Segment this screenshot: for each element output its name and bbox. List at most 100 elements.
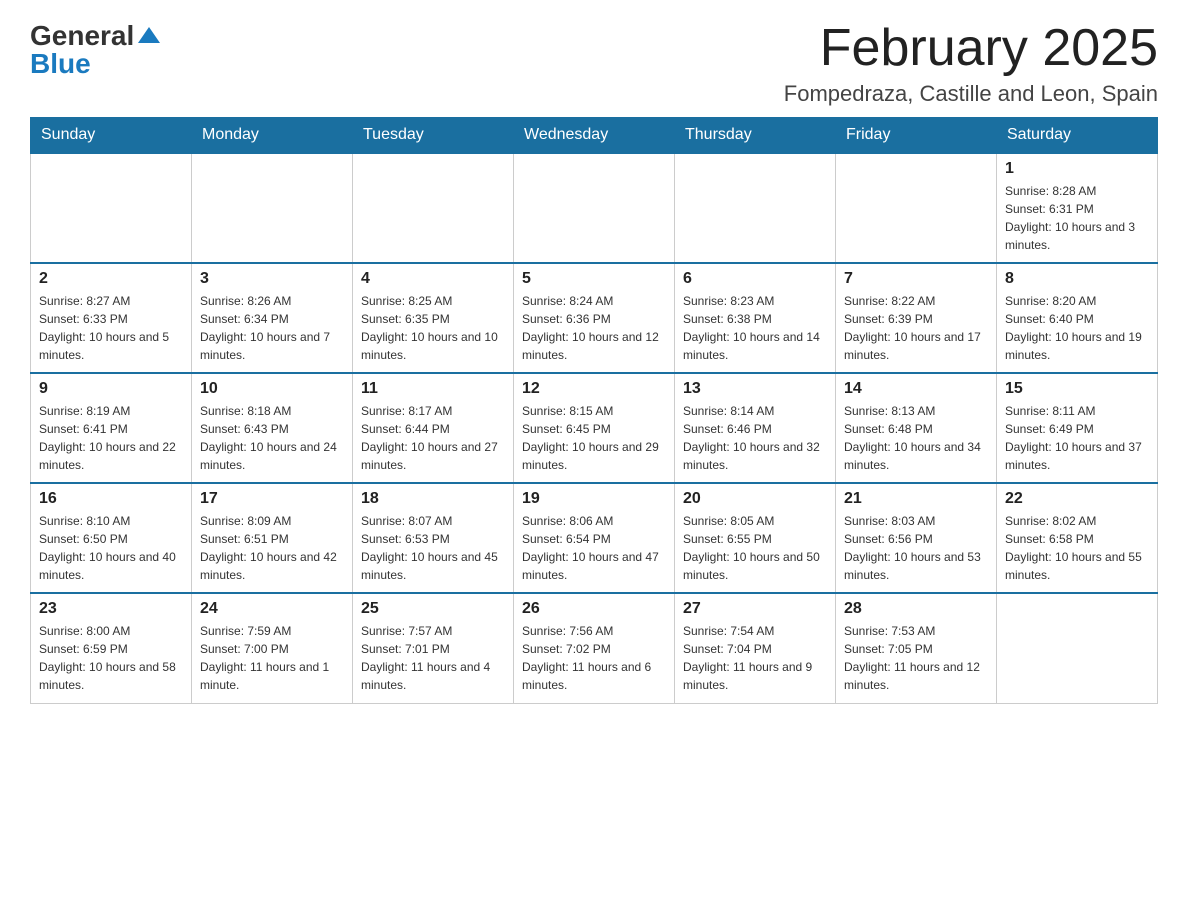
day-number: 26 — [522, 600, 666, 618]
weekday-header-sunday: Sunday — [31, 118, 192, 154]
day-info: Sunrise: 8:09 AMSunset: 6:51 PMDaylight:… — [200, 512, 344, 584]
day-number: 6 — [683, 270, 827, 288]
day-info: Sunrise: 8:11 AMSunset: 6:49 PMDaylight:… — [1005, 402, 1149, 474]
calendar-cell: 1 Sunrise: 8:28 AMSunset: 6:31 PMDaylight… — [997, 153, 1158, 263]
day-number: 2 — [39, 270, 183, 288]
calendar-cell: 26 Sunrise: 7:56 AMSunset: 7:02 PMDayligh… — [514, 593, 675, 703]
calendar-header-row: SundayMondayTuesdayWednesdayThursdayFrid… — [31, 118, 1158, 154]
weekday-header-friday: Friday — [836, 118, 997, 154]
calendar-cell: 8 Sunrise: 8:20 AMSunset: 6:40 PMDaylight… — [997, 263, 1158, 373]
day-number: 5 — [522, 270, 666, 288]
calendar-cell: 21Sunrise: 8:03 AMSunset: 6:56 PMDayligh… — [836, 483, 997, 593]
day-info: Sunrise: 8:06 AMSunset: 6:54 PMDaylight:… — [522, 512, 666, 584]
calendar-cell: 10 Sunrise: 8:18 AMSunset: 6:43 PMDayligh… — [192, 373, 353, 483]
calendar-cell — [675, 153, 836, 263]
calendar-cell: 17 Sunrise: 8:09 AMSunset: 6:51 PMDayligh… — [192, 483, 353, 593]
day-number: 14 — [844, 380, 988, 398]
calendar-cell: 20 Sunrise: 8:05 AMSunset: 6:55 PMDayligh… — [675, 483, 836, 593]
day-number: 17 — [200, 490, 344, 508]
day-info: Sunrise: 7:54 AMSunset: 7:04 PMDaylight:… — [683, 622, 827, 694]
day-number: 23 — [39, 600, 183, 618]
day-info: Sunrise: 8:14 AMSunset: 6:46 PMDaylight:… — [683, 402, 827, 474]
month-title: February 2025 — [784, 20, 1158, 77]
calendar-cell — [31, 153, 192, 263]
weekday-header-tuesday: Tuesday — [353, 118, 514, 154]
location-title: Fompedraza, Castille and Leon, Spain — [784, 81, 1158, 107]
day-info: Sunrise: 8:03 AMSunset: 6:56 PMDaylight:… — [844, 512, 988, 584]
day-info: Sunrise: 8:00 AMSunset: 6:59 PMDaylight:… — [39, 622, 183, 694]
calendar-cell: 11 Sunrise: 8:17 AMSunset: 6:44 PMDayligh… — [353, 373, 514, 483]
calendar-cell: 16 Sunrise: 8:10 AMSunset: 6:50 PMDayligh… — [31, 483, 192, 593]
day-info: Sunrise: 7:59 AMSunset: 7:00 PMDaylight:… — [200, 622, 344, 694]
weekday-header-monday: Monday — [192, 118, 353, 154]
calendar-cell — [514, 153, 675, 263]
calendar-week-1: 1 Sunrise: 8:28 AMSunset: 6:31 PMDaylight… — [31, 153, 1158, 263]
day-number: 11 — [361, 380, 505, 398]
calendar-cell — [192, 153, 353, 263]
day-number: 13 — [683, 380, 827, 398]
calendar-cell: 3 Sunrise: 8:26 AMSunset: 6:34 PMDaylight… — [192, 263, 353, 373]
calendar-week-3: 9 Sunrise: 8:19 AMSunset: 6:41 PMDaylight… — [31, 373, 1158, 483]
day-info: Sunrise: 8:05 AMSunset: 6:55 PMDaylight:… — [683, 512, 827, 584]
page-header: General Blue February 2025 Fompedraza, C… — [30, 20, 1158, 107]
day-number: 27 — [683, 600, 827, 618]
day-info: Sunrise: 7:57 AMSunset: 7:01 PMDaylight:… — [361, 622, 505, 694]
calendar-cell: 28 Sunrise: 7:53 AMSunset: 7:05 PMDayligh… — [836, 593, 997, 703]
day-info: Sunrise: 8:07 AMSunset: 6:53 PMDaylight:… — [361, 512, 505, 584]
day-info: Sunrise: 8:15 AMSunset: 6:45 PMDaylight:… — [522, 402, 666, 474]
calendar-cell: 7 Sunrise: 8:22 AMSunset: 6:39 PMDaylight… — [836, 263, 997, 373]
day-info: Sunrise: 8:10 AMSunset: 6:50 PMDaylight:… — [39, 512, 183, 584]
day-info: Sunrise: 8:26 AMSunset: 6:34 PMDaylight:… — [200, 292, 344, 364]
calendar-cell: 19 Sunrise: 8:06 AMSunset: 6:54 PMDayligh… — [514, 483, 675, 593]
weekday-header-wednesday: Wednesday — [514, 118, 675, 154]
day-info: Sunrise: 8:22 AMSunset: 6:39 PMDaylight:… — [844, 292, 988, 364]
day-number: 1 — [1005, 160, 1149, 178]
calendar-cell — [997, 593, 1158, 703]
calendar-cell: 5 Sunrise: 8:24 AMSunset: 6:36 PMDaylight… — [514, 263, 675, 373]
day-number: 15 — [1005, 380, 1149, 398]
day-info: Sunrise: 7:56 AMSunset: 7:02 PMDaylight:… — [522, 622, 666, 694]
logo: General Blue — [30, 20, 160, 80]
day-number: 18 — [361, 490, 505, 508]
day-info: Sunrise: 8:02 AMSunset: 6:58 PMDaylight:… — [1005, 512, 1149, 584]
day-number: 8 — [1005, 270, 1149, 288]
day-number: 19 — [522, 490, 666, 508]
calendar-table: SundayMondayTuesdayWednesdayThursdayFrid… — [30, 117, 1158, 704]
calendar-cell: 18 Sunrise: 8:07 AMSunset: 6:53 PMDayligh… — [353, 483, 514, 593]
logo-blue-text: Blue — [30, 48, 91, 80]
day-info: Sunrise: 8:18 AMSunset: 6:43 PMDaylight:… — [200, 402, 344, 474]
day-info: Sunrise: 8:23 AMSunset: 6:38 PMDaylight:… — [683, 292, 827, 364]
calendar-week-5: 23 Sunrise: 8:00 AMSunset: 6:59 PMDayligh… — [31, 593, 1158, 703]
day-info: Sunrise: 8:20 AMSunset: 6:40 PMDaylight:… — [1005, 292, 1149, 364]
calendar-cell: 23 Sunrise: 8:00 AMSunset: 6:59 PMDayligh… — [31, 593, 192, 703]
day-number: 3 — [200, 270, 344, 288]
day-number: 12 — [522, 380, 666, 398]
day-info: Sunrise: 8:27 AMSunset: 6:33 PMDaylight:… — [39, 292, 183, 364]
calendar-cell: 24 Sunrise: 7:59 AMSunset: 7:00 PMDayligh… — [192, 593, 353, 703]
weekday-header-saturday: Saturday — [997, 118, 1158, 154]
day-info: Sunrise: 8:24 AMSunset: 6:36 PMDaylight:… — [522, 292, 666, 364]
calendar-cell: 12 Sunrise: 8:15 AMSunset: 6:45 PMDayligh… — [514, 373, 675, 483]
calendar-cell: 13 Sunrise: 8:14 AMSunset: 6:46 PMDayligh… — [675, 373, 836, 483]
calendar-cell: 25Sunrise: 7:57 AMSunset: 7:01 PMDayligh… — [353, 593, 514, 703]
calendar-cell — [353, 153, 514, 263]
calendar-cell: 2 Sunrise: 8:27 AMSunset: 6:33 PMDaylight… — [31, 263, 192, 373]
calendar-cell: 15 Sunrise: 8:11 AMSunset: 6:49 PMDayligh… — [997, 373, 1158, 483]
day-number: 16 — [39, 490, 183, 508]
day-info: Sunrise: 7:53 AMSunset: 7:05 PMDaylight:… — [844, 622, 988, 694]
day-info: Sunrise: 8:25 AMSunset: 6:35 PMDaylight:… — [361, 292, 505, 364]
calendar-cell: 6 Sunrise: 8:23 AMSunset: 6:38 PMDaylight… — [675, 263, 836, 373]
day-number: 22 — [1005, 490, 1149, 508]
day-number: 24 — [200, 600, 344, 618]
day-info: Sunrise: 8:19 AMSunset: 6:41 PMDaylight:… — [39, 402, 183, 474]
day-number: 10 — [200, 380, 344, 398]
day-info: Sunrise: 8:28 AMSunset: 6:31 PMDaylight:… — [1005, 182, 1149, 254]
day-number: 7 — [844, 270, 988, 288]
day-number: 4 — [361, 270, 505, 288]
calendar-week-2: 2 Sunrise: 8:27 AMSunset: 6:33 PMDaylight… — [31, 263, 1158, 373]
day-info: Sunrise: 8:17 AMSunset: 6:44 PMDaylight:… — [361, 402, 505, 474]
weekday-header-thursday: Thursday — [675, 118, 836, 154]
day-number: 9 — [39, 380, 183, 398]
day-number: 28 — [844, 600, 988, 618]
day-number: 20 — [683, 490, 827, 508]
